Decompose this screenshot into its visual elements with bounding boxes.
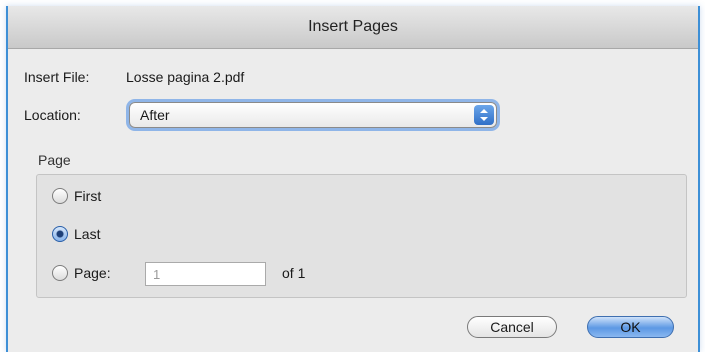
- page-number-input[interactable]: 1: [145, 262, 266, 286]
- page-group-title: Page: [38, 152, 71, 168]
- radio-first-label: First: [74, 188, 102, 204]
- insert-pages-dialog: Insert Pages Insert File: Losse pagina 2…: [6, 6, 700, 352]
- cancel-button[interactable]: Cancel: [467, 316, 557, 338]
- location-label: Location:: [24, 107, 81, 123]
- insert-file-name: Losse pagina 2.pdf: [126, 69, 245, 85]
- radio-last[interactable]: [52, 226, 68, 242]
- radio-first[interactable]: [52, 188, 68, 204]
- dialog-title: Insert Pages: [8, 6, 698, 49]
- radio-page[interactable]: [52, 265, 68, 281]
- ok-button[interactable]: OK: [587, 316, 674, 338]
- page-group-box: [36, 174, 687, 298]
- select-arrows-icon: [474, 105, 494, 125]
- location-select-value: After: [140, 107, 170, 123]
- radio-page-label: Page:: [74, 265, 111, 281]
- location-select[interactable]: After: [129, 102, 497, 128]
- page-of-label: of 1: [282, 265, 306, 281]
- radio-last-label: Last: [74, 226, 101, 242]
- insert-file-label: Insert File:: [24, 69, 90, 85]
